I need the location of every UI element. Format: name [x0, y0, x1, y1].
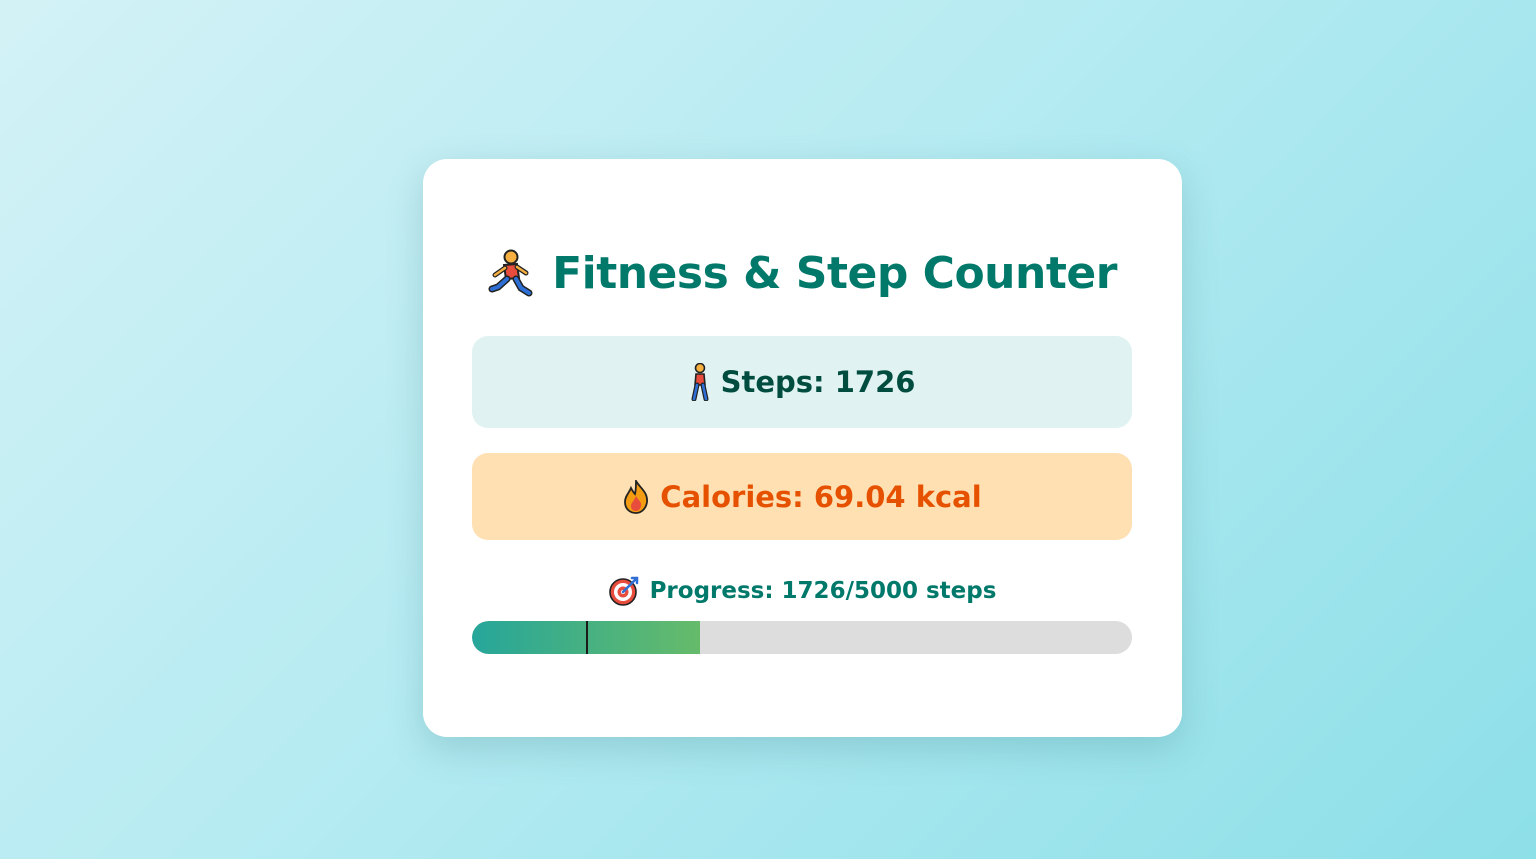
progress-label: Progress: 1726/5000 steps	[472, 573, 1132, 609]
walking-person-icon	[689, 363, 711, 401]
progress-bar-marker	[586, 621, 588, 654]
steps-text: Steps: 1726	[720, 365, 916, 399]
running-person-icon	[488, 249, 534, 299]
progress-bar	[472, 621, 1132, 654]
page-title: Fitness & Step Counter	[423, 242, 1182, 306]
steps-panel: Steps: 1726	[472, 336, 1132, 428]
app-title-text: Fitness & Step Counter	[552, 248, 1117, 299]
calories-panel: Calories: 69.04 kcal	[472, 453, 1132, 540]
fitness-card: Fitness & Step Counter Steps: 1726 Calor…	[423, 159, 1182, 737]
calories-text: Calories: 69.04 kcal	[660, 479, 982, 514]
progress-text: Progress: 1726/5000 steps	[649, 578, 997, 604]
fire-icon	[622, 479, 650, 514]
target-icon	[608, 575, 640, 607]
